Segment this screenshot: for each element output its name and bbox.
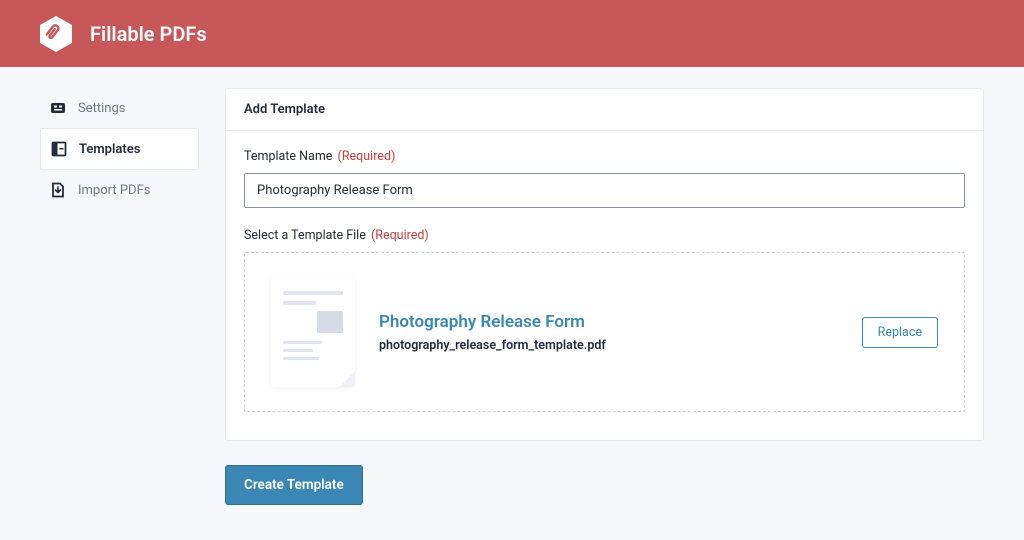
file-dropzone[interactable]: Photography Release Form photography_rel… bbox=[244, 252, 965, 412]
required-marker: (Required) bbox=[338, 149, 396, 164]
sidebar-item-label: Templates bbox=[79, 142, 140, 157]
import-icon bbox=[50, 182, 66, 198]
selected-file-name: photography_release_form_template.pdf bbox=[379, 338, 838, 353]
add-template-card: Add Template Template Name (Required) Se… bbox=[225, 88, 984, 441]
required-marker: (Required) bbox=[371, 228, 429, 243]
submit-row: Create Template bbox=[225, 465, 984, 505]
app-header: Fillable PDFs bbox=[0, 0, 1024, 67]
brand-name: Fillable PDFs bbox=[90, 22, 207, 46]
template-name-label: Template Name (Required) bbox=[244, 149, 965, 164]
replace-button[interactable]: Replace bbox=[862, 317, 938, 348]
document-icon bbox=[271, 277, 355, 387]
create-template-button[interactable]: Create Template bbox=[225, 465, 363, 505]
label-text: Select a Template File bbox=[244, 228, 366, 243]
sidebar-item-templates[interactable]: Templates bbox=[40, 128, 199, 170]
settings-icon bbox=[50, 100, 66, 116]
sidebar-item-settings[interactable]: Settings bbox=[40, 88, 199, 128]
selected-file-title: Photography Release Form bbox=[379, 312, 838, 332]
sidebar-item-label: Import PDFs bbox=[78, 183, 150, 198]
file-info: Photography Release Form photography_rel… bbox=[379, 312, 838, 353]
sidebar-item-import-pdfs[interactable]: Import PDFs bbox=[40, 170, 199, 210]
label-text: Template Name bbox=[244, 149, 332, 164]
brand-logo-icon bbox=[36, 14, 76, 54]
template-file-label: Select a Template File (Required) bbox=[244, 228, 965, 243]
sidebar: Settings Templates Import PDFs bbox=[40, 88, 199, 210]
card-title: Add Template bbox=[226, 89, 983, 131]
templates-icon bbox=[51, 141, 67, 157]
content-area: Settings Templates Import PDFs Add Templ… bbox=[0, 67, 1024, 505]
brand: Fillable PDFs bbox=[36, 14, 207, 54]
card-body: Template Name (Required) Select a Templa… bbox=[226, 131, 983, 440]
main-panel: Add Template Template Name (Required) Se… bbox=[225, 88, 984, 505]
template-name-input[interactable] bbox=[244, 173, 965, 208]
sidebar-item-label: Settings bbox=[78, 101, 125, 116]
